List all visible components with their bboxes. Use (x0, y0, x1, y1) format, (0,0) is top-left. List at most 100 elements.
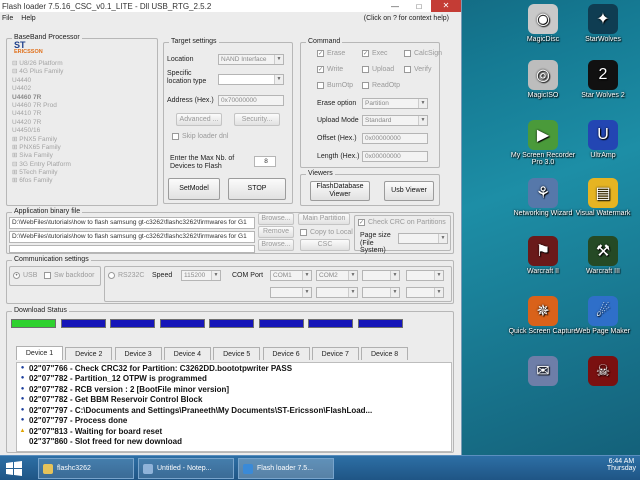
desktop-app-icon: ⚒ (588, 236, 618, 266)
tree-node[interactable]: ⊞ 6fos Family (12, 177, 152, 185)
tab-device-6[interactable]: Device 6 (262, 347, 310, 360)
desktop-app-icon: U (588, 120, 618, 150)
st-ericsson-logo: ST ERICSSON (14, 40, 43, 55)
exec-checkbox[interactable]: ✓ Exec (362, 50, 388, 57)
burnotp-checkbox[interactable]: BurnOtp (317, 82, 353, 89)
security-button[interactable]: Security... (234, 113, 280, 126)
desktop-icon[interactable]: ☄ Web Page Maker (566, 296, 640, 335)
speed-label: Speed (152, 272, 173, 279)
com-port-select-1[interactable]: COM1 ▼ (270, 270, 312, 281)
length-input[interactable]: 0x00000000 (362, 151, 428, 162)
write-checkbox[interactable]: ✓ Write (317, 66, 343, 73)
minimize-button[interactable]: — (383, 2, 407, 11)
copy-to-local-checkbox[interactable]: Copy to Local (300, 229, 353, 236)
binary-path-2[interactable]: D:\WebFiles\tutorials\how to flash samsu… (9, 231, 255, 243)
tab-device-2[interactable]: Device 2 (65, 347, 113, 360)
remove-button[interactable]: Remove (258, 226, 294, 238)
tree-node[interactable]: U4460 7R (12, 94, 152, 102)
com-port-select-7[interactable]: ▼ (362, 287, 400, 298)
com-port-select-2[interactable]: COM2 ▼ (316, 270, 358, 281)
rs232-radio[interactable]: RS232C (108, 272, 144, 279)
close-button[interactable]: ✕ (431, 0, 461, 12)
desktop-icon[interactable]: U UltrAmp (566, 120, 640, 159)
maximize-button[interactable]: □ (407, 2, 431, 11)
flash-database-viewer-button[interactable]: FlashDatabase Viewer (310, 181, 370, 201)
menu-help[interactable]: Help (21, 15, 35, 22)
usb-viewer-button[interactable]: Usb Viewer (384, 181, 434, 201)
erase-checkbox[interactable]: ✓ Erase (317, 50, 345, 57)
tree-node[interactable]: U4410 7R (12, 110, 152, 118)
binary-path-1[interactable]: D:\WebFiles\tutorials\how to flash samsu… (9, 217, 255, 229)
tree-node[interactable]: ⊞ Siva Family (12, 152, 152, 160)
skip-loader-checkbox[interactable]: Skip loader dnl (172, 133, 228, 140)
taskbar-item-notepad[interactable]: Untitled - Notep... (138, 458, 234, 479)
desktop-app-icon: ✵ (528, 296, 558, 326)
offset-input[interactable]: 0x00000000 (362, 133, 428, 144)
menu-file[interactable]: File (2, 15, 13, 22)
start-button[interactable] (4, 460, 24, 477)
desktop-app-icon: ◉ (528, 4, 558, 34)
tab-device-3[interactable]: Device 3 (114, 347, 162, 360)
tab-device-8[interactable]: Device 8 (361, 347, 409, 360)
browse-button[interactable]: Browse... (258, 213, 294, 225)
location-select[interactable]: NAND Interface ▼ (218, 54, 284, 65)
desktop-icon[interactable]: ▤ Visual Watermark (566, 178, 640, 217)
main-partition-button[interactable]: Main Partition (298, 213, 350, 225)
page-size-select[interactable]: ▼ (398, 233, 448, 244)
desktop-app-icon: 2 (588, 60, 618, 90)
binary-path-3[interactable] (9, 245, 255, 253)
com-port-select-3[interactable]: ▼ (362, 270, 400, 281)
erase-option-select[interactable]: Partition ▼ (362, 98, 428, 109)
com-port-select-5[interactable]: ▼ (270, 287, 312, 298)
log-text: 02"07"782 - RCB version : 2 [BootFile mi… (29, 384, 230, 394)
address-input[interactable]: 0x70000000 (218, 95, 284, 106)
desktop-icon[interactable]: ☠ (566, 356, 640, 388)
desktop-icon[interactable]: ✦ StarWolves (566, 4, 640, 43)
calcsign-checkbox[interactable]: CalcSign (404, 50, 442, 57)
upload-checkbox[interactable]: Upload (362, 66, 394, 73)
tab-device-1[interactable]: Device 1 (16, 346, 63, 360)
com-port-select-8[interactable]: ▼ (406, 287, 444, 298)
setmodel-button[interactable]: SetModel (168, 178, 220, 200)
sw-backdoor-checkbox[interactable]: Sw backdoor (44, 272, 94, 279)
tree-node[interactable]: ⊟ 4G Plus Family (12, 68, 152, 76)
browse-button-2[interactable]: Browse... (258, 239, 294, 251)
max-devices-input[interactable]: 8 (254, 156, 276, 167)
tree-node[interactable]: ⊟ 3G Entry Platform (12, 161, 152, 169)
desktop-icon[interactable]: ⚒ Warcraft III (566, 236, 640, 275)
taskbar-item-flash-loader[interactable]: Flash loader 7.5... (238, 458, 334, 479)
csc-button[interactable]: CSC (300, 239, 350, 251)
verify-checkbox[interactable]: Verify (404, 66, 432, 73)
max-devices-label: Enter the Max Nb. of Devices to Flash (170, 155, 235, 170)
tab-device-7[interactable]: Device 7 (311, 347, 359, 360)
tree-node[interactable]: ⊞ 5Tech Family (12, 169, 152, 177)
com-port-select-4[interactable]: ▼ (406, 270, 444, 281)
info-icon: ● (19, 438, 26, 445)
taskbar-item-folder[interactable]: flashc3262 (38, 458, 134, 479)
tree-node[interactable]: U4450/16 (12, 127, 152, 135)
tree-node[interactable]: U4420 7R (12, 119, 152, 127)
check-crc-checkbox[interactable]: ✓ Check CRC on Partitions (358, 219, 446, 226)
upload-mode-select[interactable]: Standard ▼ (362, 115, 428, 126)
tree-node[interactable]: U4440 (12, 77, 152, 85)
com-port-select-6[interactable]: ▼ (316, 287, 358, 298)
speed-select[interactable]: 115200 ▼ (181, 270, 221, 281)
tab-device-5[interactable]: Device 5 (213, 347, 261, 360)
advanced-button[interactable]: Advanced ... (176, 113, 222, 126)
usb-radio[interactable]: • USB (13, 272, 37, 279)
download-log[interactable]: ● 02"07"766 - Check CRC32 for Partition: … (16, 362, 452, 452)
specific-location-select[interactable]: ▼ (218, 74, 284, 85)
desktop-icon[interactable]: 2 Star Wolves 2 (566, 60, 640, 99)
desktop-app-icon: ▤ (588, 178, 618, 208)
info-icon: ● (20, 396, 25, 403)
system-tray-clock[interactable]: 6:44 AM Thursday (607, 458, 636, 472)
tree-node[interactable]: U4460 7R Prod (12, 102, 152, 110)
tree-node[interactable]: ⊟ U8/26 Platform (12, 60, 152, 68)
readotp-checkbox[interactable]: ReadOtp (362, 82, 400, 89)
tree-node[interactable]: U4402 (12, 85, 152, 93)
stop-button[interactable]: STOP (228, 178, 286, 200)
tab-device-4[interactable]: Device 4 (163, 347, 211, 360)
tree-node[interactable]: ⊞ PNX65 Family (12, 144, 152, 152)
processor-tree[interactable]: ⊟ U8/26 Platform ⊟ 4G Plus Family U4440 U… (12, 60, 152, 200)
tree-node[interactable]: ⊞ PNX5 Family (12, 136, 152, 144)
